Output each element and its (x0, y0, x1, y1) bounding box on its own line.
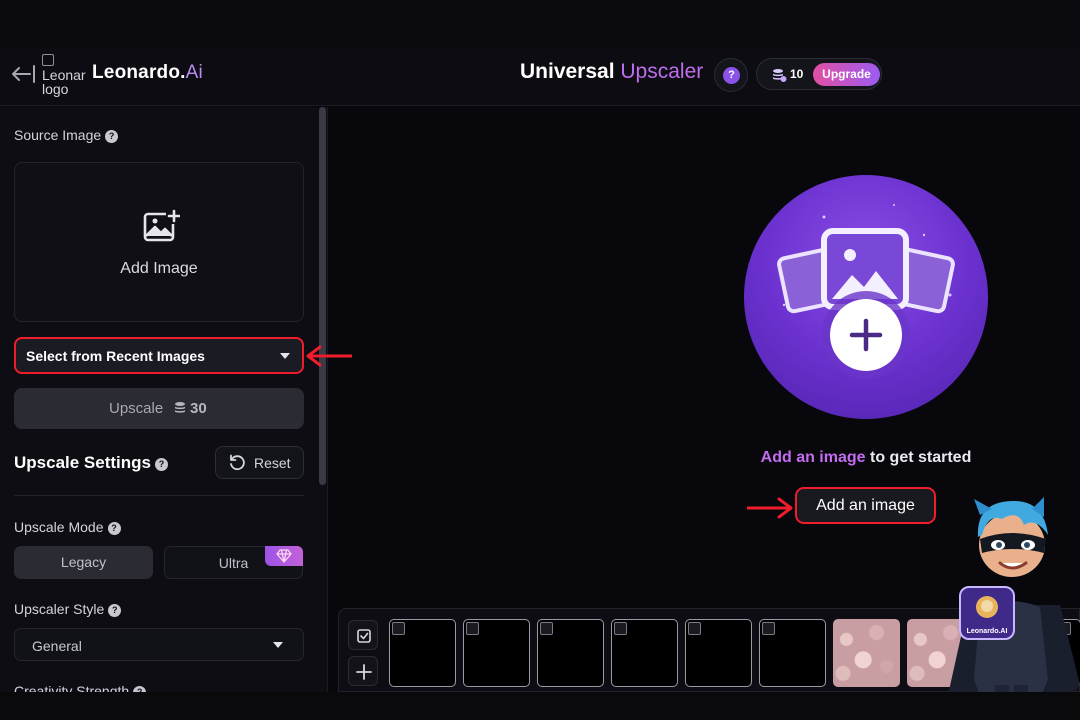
premium-badge (265, 546, 303, 566)
page-title-main: Universal (520, 60, 621, 83)
upscale-mode-label: Upscale Mode (14, 519, 104, 535)
thumbnail[interactable] (389, 619, 456, 687)
mode-help-icon[interactable]: ? (107, 522, 121, 535)
settings-sidebar: Source Image? Add Image Select from Rece… (0, 107, 328, 692)
upscaler-style-heading: Upscaler Style? (14, 601, 122, 617)
recent-images-label: Select from Recent Images (26, 348, 205, 364)
upscale-button-label: Upscale (109, 400, 164, 417)
get-started-text: Add an image to get started (658, 449, 1074, 467)
plus-icon (356, 664, 372, 680)
token-count: 10 (790, 67, 804, 81)
upgrade-button[interactable]: Upgrade (813, 63, 880, 86)
settings-help-icon[interactable]: ? (155, 458, 168, 471)
select-mode-button[interactable] (348, 620, 378, 650)
app-header: Leonardo logo Leonardo.Ai Universal Upsc… (0, 48, 1080, 106)
broken-image-icon (540, 622, 553, 635)
page-title: Universal Upscaler (520, 60, 703, 84)
add-image-label: Add Image (120, 260, 198, 277)
thumbnail[interactable] (833, 619, 900, 687)
brand-logo-image: Leonardo logo (42, 54, 86, 104)
sidebar-scrollbar[interactable] (319, 107, 326, 485)
brand-name[interactable]: Leonardo.Ai (92, 62, 203, 84)
upscaler-style-select[interactable]: General (14, 628, 304, 661)
add-image-icon (143, 209, 180, 242)
chevron-down-icon (273, 642, 283, 648)
thumbnail[interactable] (685, 619, 752, 687)
reset-icon (230, 454, 245, 471)
collapse-sidebar-icon[interactable] (10, 62, 36, 86)
page-title-accent: Upscaler (620, 60, 704, 83)
broken-image-icon (762, 622, 775, 635)
get-started-highlight[interactable]: Add an image (761, 449, 866, 466)
upscale-button[interactable]: Upscale 30 (14, 388, 304, 429)
upscale-settings-heading: Upscale Settings? (14, 453, 168, 473)
broken-image-icon (688, 622, 701, 635)
reset-button[interactable]: Reset (215, 446, 304, 479)
thumbnail[interactable] (463, 619, 530, 687)
mascot-illustration: Leonardo.AI (948, 497, 1080, 720)
token-balance: 10 Upgrade (756, 58, 882, 90)
add-image-button[interactable]: Add an image (795, 487, 936, 524)
style-help-icon[interactable]: ? (108, 604, 122, 617)
source-image-heading: Source Image? (14, 127, 119, 143)
token-coins-icon (175, 402, 185, 413)
thumbnail[interactable] (611, 619, 678, 687)
mode-legacy-option[interactable]: Legacy (14, 546, 153, 579)
add-image-dropzone[interactable]: Add Image (14, 162, 304, 322)
upscaler-style-label: Upscaler Style (14, 601, 105, 617)
broken-image-icon (466, 622, 479, 635)
help-icon: ? (723, 67, 740, 84)
brand-suffix: Ai (185, 62, 203, 83)
add-thumbnail-button[interactable] (348, 656, 378, 686)
upscaler-style-value: General (32, 638, 82, 654)
logo-alt-text: Leonardo logo (42, 67, 86, 97)
recent-images-select[interactable]: Select from Recent Images (14, 337, 304, 374)
checkbox-icon (357, 629, 371, 643)
annotation-arrow-right-icon (747, 497, 793, 519)
reset-label: Reset (254, 455, 291, 471)
thumbnail[interactable] (759, 619, 826, 687)
broken-image-icon (614, 622, 627, 635)
creativity-strength-heading: Creativity Strength? (14, 683, 147, 692)
add-image-illustration[interactable] (744, 175, 988, 419)
upscale-cost: 30 (190, 400, 207, 417)
broken-image-icon (392, 622, 405, 635)
bottom-band (0, 692, 1080, 720)
mascot-badge-text: Leonardo.AI (967, 628, 1008, 635)
upscale-settings-title: Upscale Settings (14, 453, 151, 472)
creativity-strength-label: Creativity Strength (14, 683, 130, 692)
top-band (0, 0, 1080, 48)
token-coins-icon (773, 69, 787, 82)
brand-name-text: Leonardo. (92, 62, 186, 83)
source-image-label: Source Image (14, 127, 102, 143)
divider (14, 495, 304, 496)
get-started-rest: to get started (865, 449, 972, 466)
broken-image-icon (42, 54, 54, 66)
help-button[interactable]: ? (714, 58, 748, 92)
upscale-mode-heading: Upscale Mode? (14, 519, 121, 535)
source-image-help-icon[interactable]: ? (105, 130, 119, 143)
chevron-down-icon (280, 353, 290, 359)
thumbnail[interactable] (537, 619, 604, 687)
diamond-icon (276, 549, 292, 563)
annotation-arrow-left-icon (306, 345, 352, 367)
